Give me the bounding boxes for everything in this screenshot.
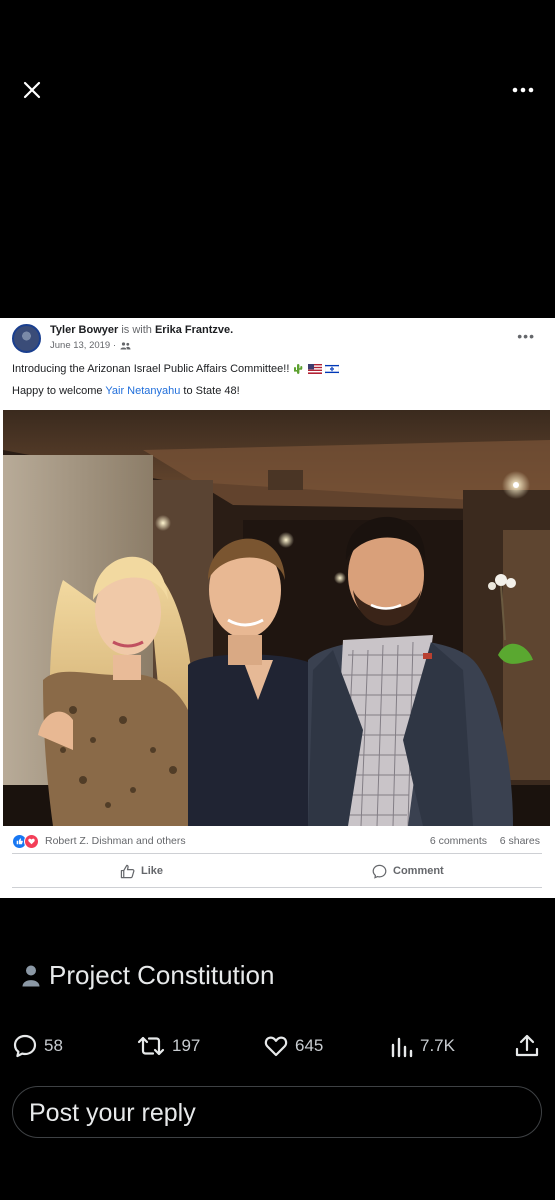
israel-flag-emoji-icon <box>324 364 339 375</box>
post-meta: June 13, 2019 · <box>50 340 131 351</box>
reply-icon <box>13 1034 37 1058</box>
repost-icon <box>137 1036 165 1056</box>
share-icon <box>515 1034 539 1057</box>
post-photo <box>3 410 550 826</box>
author-name: Tyler Bowyer <box>50 324 119 336</box>
analytics-icon <box>391 1037 413 1058</box>
friends-icon <box>120 341 131 349</box>
engagement-bar: 58 197 645 7.7K <box>0 1033 555 1065</box>
shares-count: 6 shares <box>499 835 540 847</box>
community-label[interactable]: Project Constitution <box>22 960 274 991</box>
avatar <box>12 324 41 353</box>
tagged-name: Erika Frantzve. <box>154 324 234 336</box>
repost-button[interactable]: 197 <box>136 1033 200 1059</box>
close-button[interactable] <box>12 70 52 110</box>
reaction-icons <box>12 834 39 849</box>
like-label: Like <box>141 865 164 877</box>
like-button: Like <box>120 861 163 881</box>
facebook-post-screenshot[interactable]: Tyler Bowyer is with Erika Frantzve. Jun… <box>0 318 555 898</box>
views-button[interactable]: 7.7K <box>390 1033 455 1059</box>
comment-label: Comment <box>393 865 444 877</box>
post-author-line: Tyler Bowyer is with Erika Frantzve. <box>50 324 233 336</box>
divider <box>12 887 542 888</box>
more-horizontal-icon <box>512 87 534 93</box>
divider <box>12 853 542 854</box>
post-text-line2: Happy to welcome Yair Netanyahu to State… <box>12 385 240 397</box>
mention-link[interactable]: Yair Netanyahu <box>105 385 180 397</box>
like-count: 645 <box>295 1036 324 1055</box>
reply-box <box>12 1086 542 1139</box>
person-icon <box>22 965 40 986</box>
group-photo <box>3 410 550 826</box>
heart-icon <box>264 1036 288 1057</box>
repost-count: 197 <box>172 1036 201 1055</box>
post-more-icon: ••• <box>517 328 535 344</box>
view-count: 7.7K <box>420 1036 455 1055</box>
share-button[interactable] <box>514 1033 540 1059</box>
reactors-text: Robert Z. Dishman and others <box>45 835 186 847</box>
comment-button: Comment <box>372 861 444 881</box>
post-date: June 13, 2019 · <box>50 340 117 351</box>
reply-input[interactable] <box>27 1087 531 1139</box>
close-icon <box>23 81 41 99</box>
post-text-line1: Introducing the Arizonan Israel Public A… <box>12 363 339 375</box>
reactions-row: Robert Z. Dishman and others 6 comments … <box>12 834 542 850</box>
reply-button[interactable]: 58 <box>12 1033 63 1059</box>
media-viewer: Tyler Bowyer is with Erika Frantzve. Jun… <box>0 0 555 1200</box>
comment-icon <box>372 864 387 879</box>
like-tweet-button[interactable]: 645 <box>263 1033 323 1059</box>
us-flag-emoji-icon <box>307 364 322 375</box>
love-reaction-icon <box>24 834 39 849</box>
comments-count: 6 comments <box>429 835 487 847</box>
thumbs-up-icon <box>120 864 135 878</box>
reply-count: 58 <box>44 1036 63 1055</box>
community-name: Project Constitution <box>49 960 275 990</box>
with-text: is with <box>121 324 152 336</box>
cactus-emoji-icon <box>294 364 303 375</box>
more-options-button[interactable] <box>503 70 543 110</box>
